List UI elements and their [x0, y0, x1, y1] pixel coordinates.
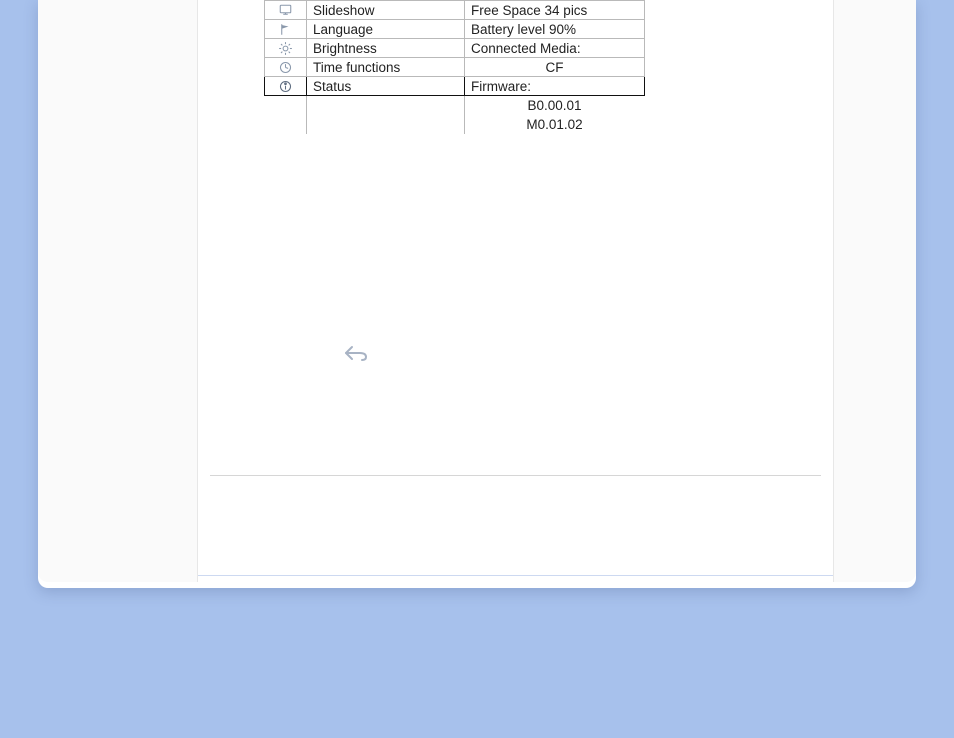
- status-connected-media-value: CF: [465, 58, 645, 77]
- status-firmware-line: B0.00.01: [465, 96, 645, 115]
- status-connected-media-label: Connected Media:: [465, 39, 645, 58]
- clock-icon: [265, 58, 307, 77]
- menu-item-label: Status: [307, 77, 465, 96]
- menu-item-label: Brightness: [307, 39, 465, 58]
- menu-item-label: Time functions: [307, 58, 465, 77]
- document-page: Slideshow Free Space 34 pics Language Ba…: [38, 0, 916, 588]
- status-firmware-label: Firmware:: [465, 77, 645, 96]
- table-row[interactable]: Time functions CF: [265, 58, 645, 77]
- page-content: Slideshow Free Space 34 pics Language Ba…: [198, 0, 833, 582]
- back-icon[interactable]: [344, 344, 370, 367]
- slideshow-icon: [265, 1, 307, 20]
- status-battery-level: Battery level 90%: [465, 20, 645, 39]
- menu-item-label: Slideshow: [307, 1, 465, 20]
- table-row: B0.00.01: [265, 96, 645, 115]
- right-margin: [833, 0, 916, 582]
- menu-item-label: Language: [307, 20, 465, 39]
- left-margin: [38, 0, 198, 582]
- page-bottom-border: [198, 575, 833, 576]
- table-row[interactable]: Slideshow Free Space 34 pics: [265, 1, 645, 20]
- table-row-selected[interactable]: Status Firmware:: [265, 77, 645, 96]
- status-firmware-line: M0.01.02: [465, 115, 645, 134]
- info-icon: [265, 77, 307, 96]
- table-row[interactable]: Language Battery level 90%: [265, 20, 645, 39]
- table-row[interactable]: Brightness Connected Media:: [265, 39, 645, 58]
- table-row: M0.01.02: [265, 115, 645, 134]
- horizontal-rule: [210, 475, 821, 476]
- status-free-space: Free Space 34 pics: [465, 1, 645, 20]
- flag-icon: [265, 20, 307, 39]
- brightness-icon: [265, 39, 307, 58]
- settings-status-table: Slideshow Free Space 34 pics Language Ba…: [264, 0, 645, 134]
